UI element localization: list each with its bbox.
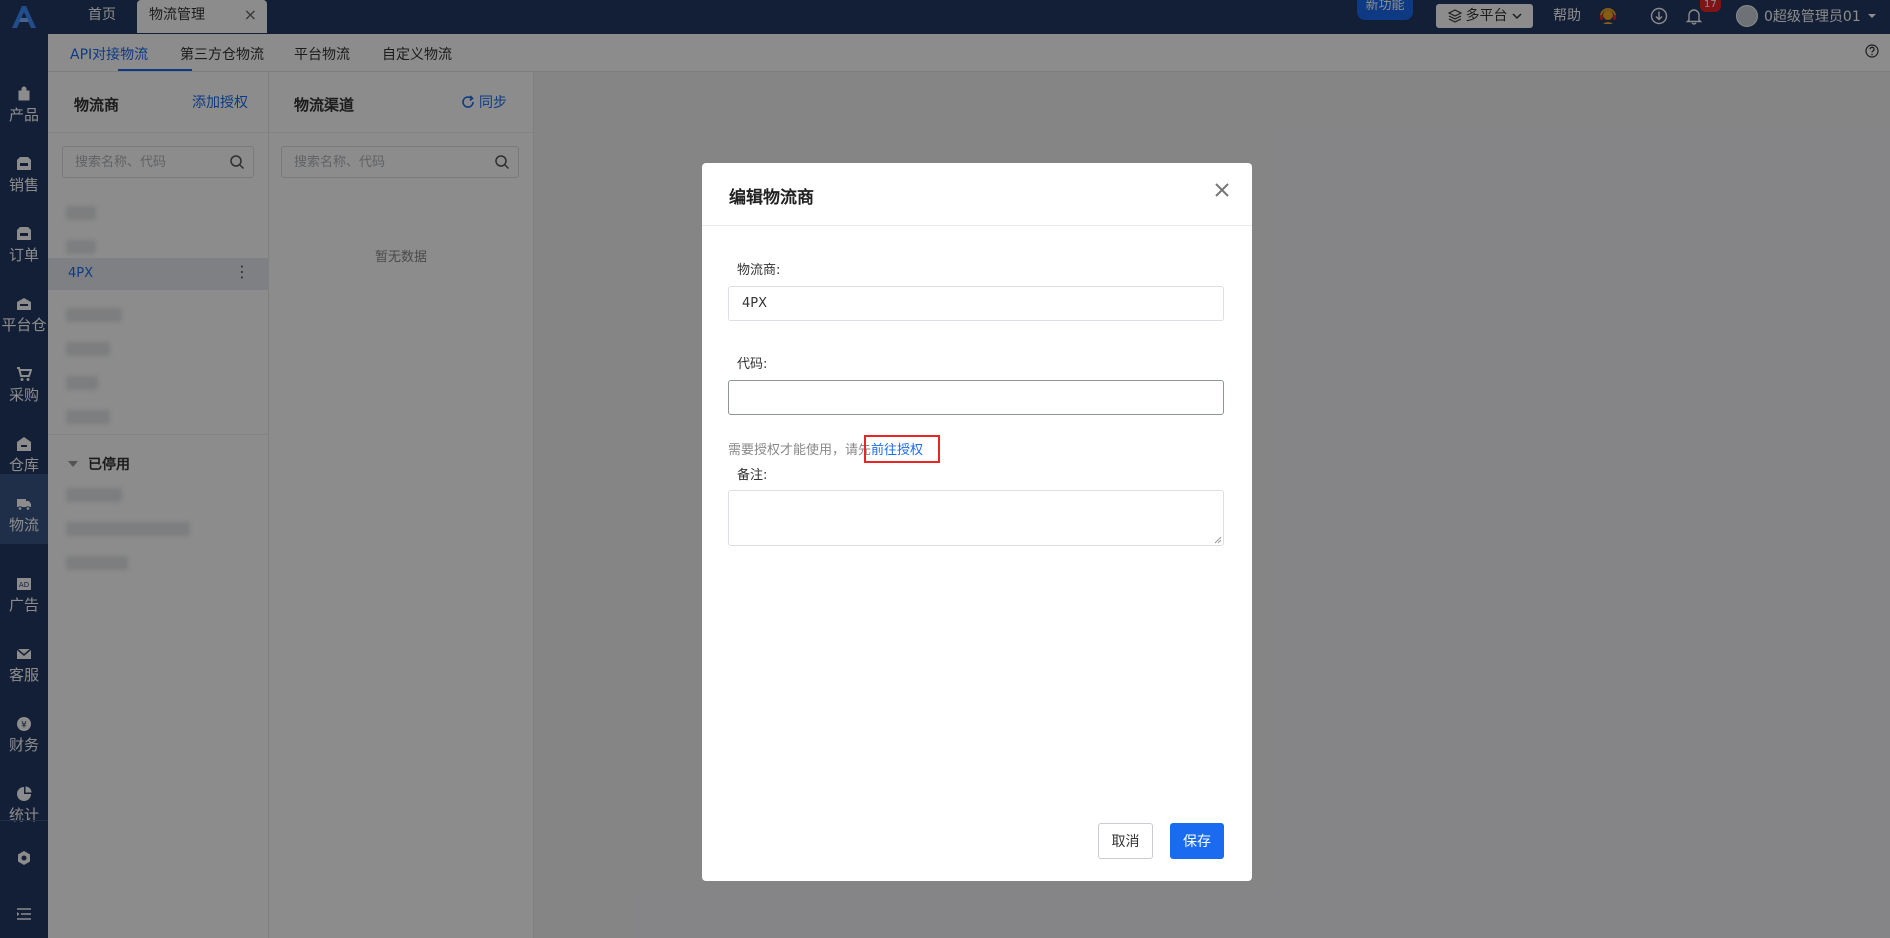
remark-field[interactable]: [728, 490, 1224, 546]
resize-grip-icon[interactable]: [1214, 536, 1222, 544]
carrier-field-label: 物流商:: [737, 263, 781, 278]
code-field[interactable]: [728, 380, 1224, 415]
remark-field-label: 备注:: [737, 468, 768, 483]
code-field-label: 代码:: [737, 357, 768, 372]
close-icon[interactable]: [1214, 182, 1230, 198]
hint-text: 需要授权才能使用，请先: [728, 443, 872, 458]
modal-header: 编辑物流商: [702, 163, 1252, 226]
carrier-field[interactable]: [728, 286, 1224, 321]
edit-carrier-modal: 编辑物流商 物流商: 代码: 需要授权才能使用，请先前往授权 备注: 取消 保存: [702, 163, 1252, 881]
cancel-button[interactable]: 取消: [1098, 823, 1153, 859]
highlight-box: [864, 435, 940, 463]
modal-title: 编辑物流商: [729, 188, 814, 208]
save-button[interactable]: 保存: [1170, 823, 1224, 859]
